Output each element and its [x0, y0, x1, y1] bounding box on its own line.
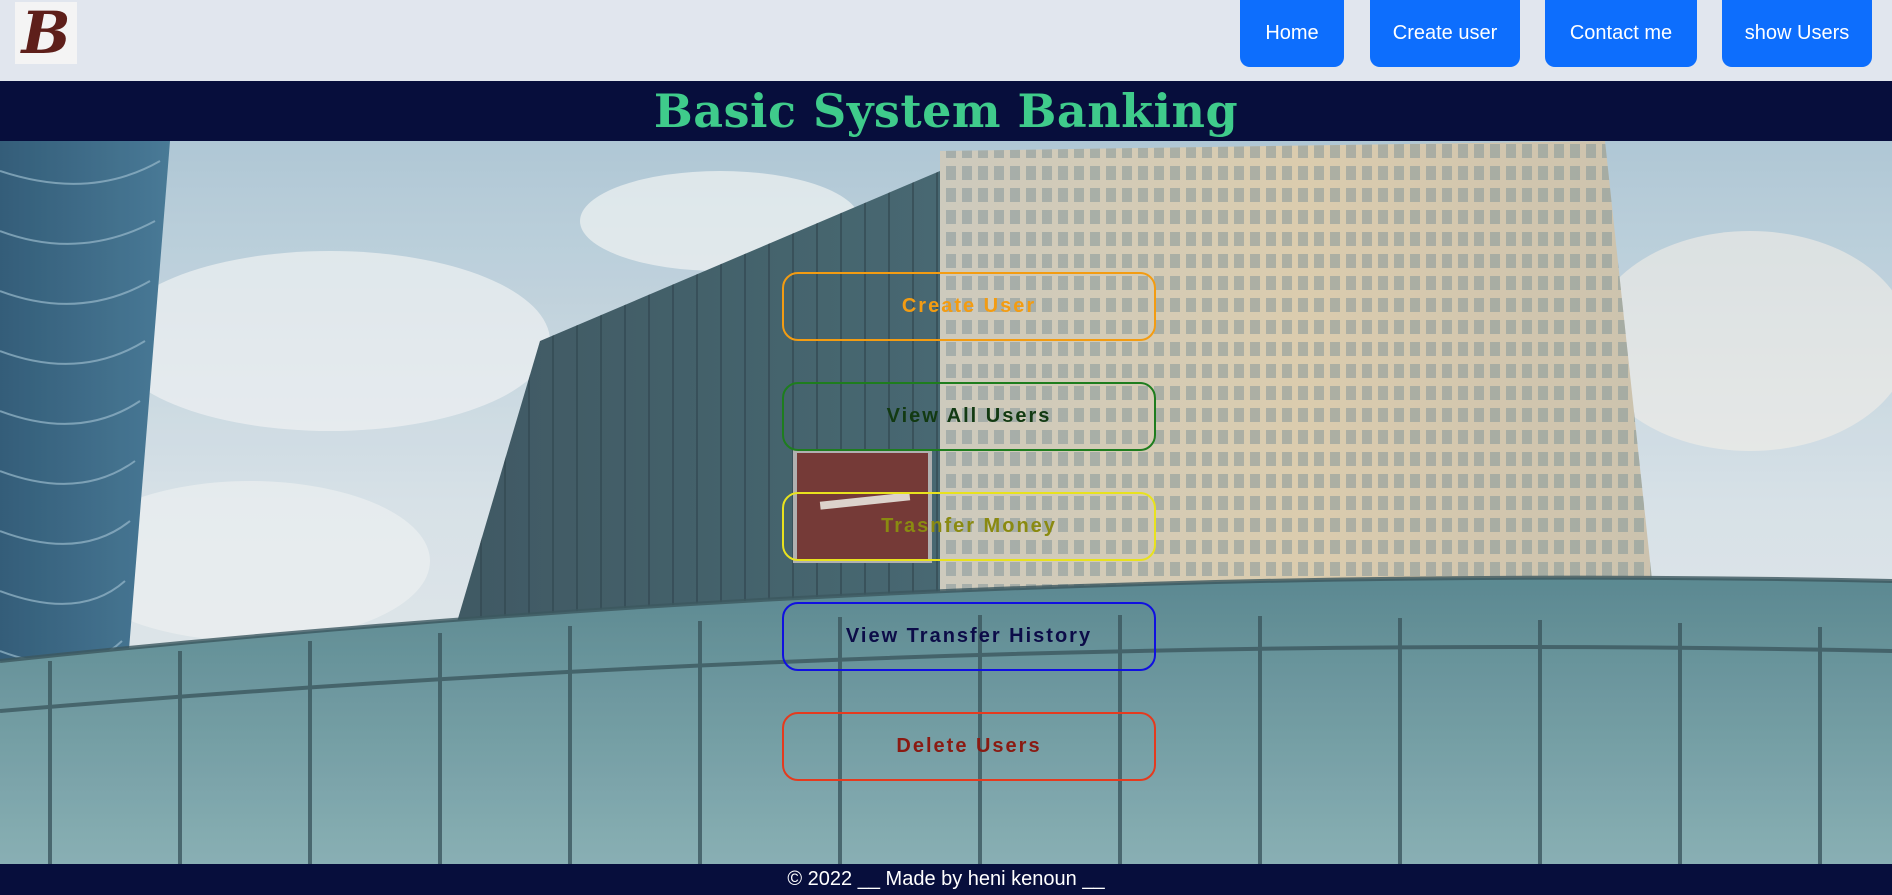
delete-users-label: Delete Users	[896, 735, 1042, 757]
nav-contact-me-button[interactable]: Contact me	[1545, 0, 1697, 67]
delete-users-button[interactable]: Delete Users	[782, 712, 1156, 781]
create-user-button[interactable]: Create User	[782, 272, 1156, 341]
nav-home-button[interactable]: Home	[1240, 0, 1344, 67]
footer-text: © 2022 __ Made by heni kenoun __	[787, 868, 1105, 890]
logo[interactable]: B	[15, 2, 77, 64]
nav-show-users-button[interactable]: show Users	[1722, 0, 1872, 67]
transfer-money-button[interactable]: Trasnfer Money	[782, 492, 1156, 561]
navbar: B Home Create user Contact me show Users	[0, 0, 1892, 81]
title-banner: Basic System Banking	[0, 81, 1892, 141]
view-transfer-history-button[interactable]: View Transfer History	[782, 602, 1156, 671]
page-title: Basic System Banking	[653, 84, 1239, 138]
view-all-users-label: View All Users	[886, 405, 1052, 427]
view-all-users-button[interactable]: View All Users	[782, 382, 1156, 451]
view-transfer-history-label: View Transfer History	[845, 625, 1093, 647]
logo-letter: B	[21, 0, 71, 67]
transfer-money-label: Trasnfer Money	[881, 515, 1057, 537]
nav-create-user-button[interactable]: Create user	[1370, 0, 1520, 67]
footer: © 2022 __ Made by heni kenoun __	[0, 864, 1892, 895]
hero-section: Create User View All Users Trasnfer Mone…	[0, 141, 1892, 864]
create-user-label: Create User	[901, 295, 1037, 317]
